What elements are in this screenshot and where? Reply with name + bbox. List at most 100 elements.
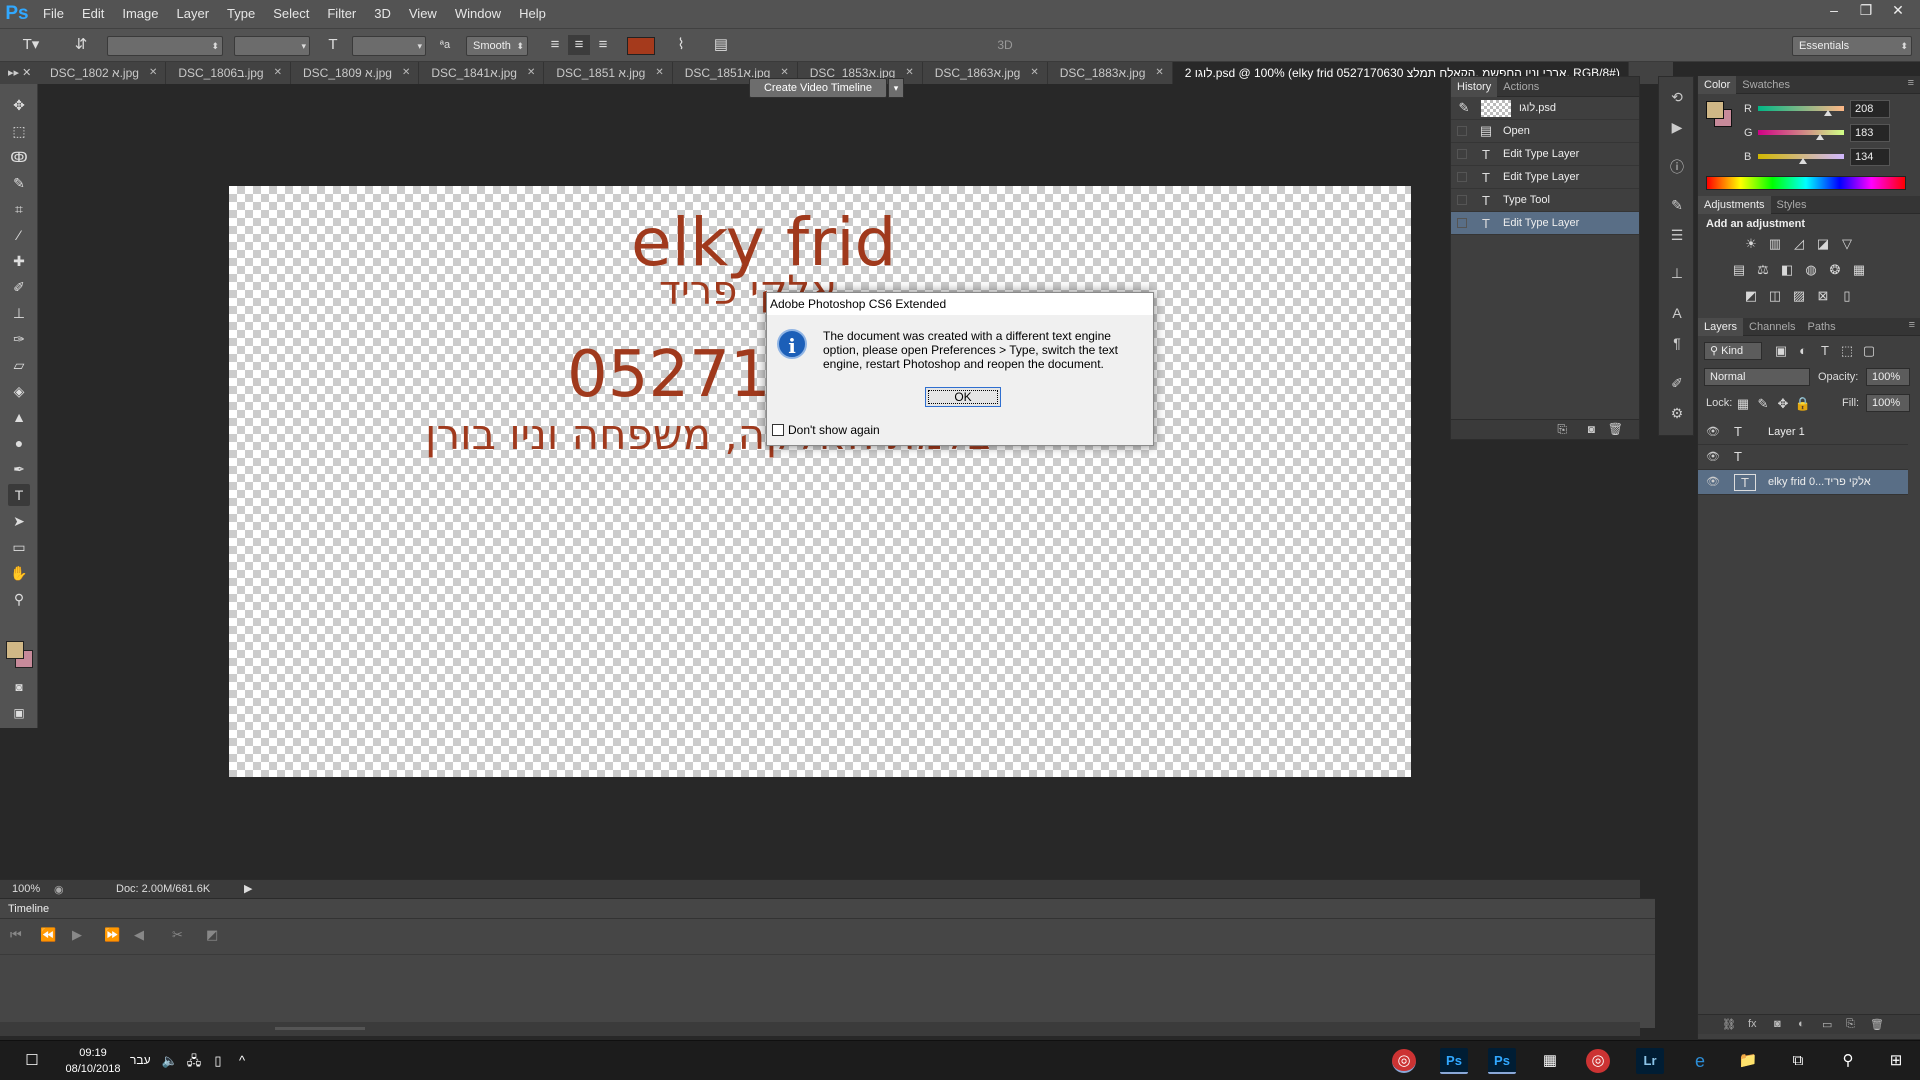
antialias-select[interactable]: Smooth ⬍	[466, 36, 528, 56]
lock-pixels-icon[interactable]: ▦	[1734, 396, 1752, 412]
warp-text-icon[interactable]: ⌇	[670, 35, 692, 55]
color-fg-swatch[interactable]	[1706, 101, 1724, 119]
adjust-panel-icon[interactable]: ☰	[1667, 225, 1687, 245]
menu-layer[interactable]: Layer	[168, 0, 219, 28]
first-frame-icon[interactable]: ⏮	[10, 927, 22, 943]
layer-row[interactable]: 👁 T Layer 1	[1698, 420, 1908, 445]
tab-paths[interactable]: Paths	[1802, 318, 1842, 336]
selective-color-icon[interactable]: ⊠	[1814, 288, 1832, 304]
lightroom-icon[interactable]: Lr	[1636, 1048, 1664, 1074]
tab-dsc-1806[interactable]: DSC_1806ב.jpg ✕	[166, 62, 291, 84]
status-info-icon[interactable]: ◉	[54, 883, 64, 896]
clock[interactable]: 09:19 08/10/2018	[58, 1045, 128, 1077]
brush-panel-icon[interactable]: ✎	[1667, 195, 1687, 215]
menu-view[interactable]: View	[400, 0, 446, 28]
new-group-icon[interactable]: ▭	[1822, 1018, 1832, 1031]
marquee-tool-icon[interactable]: ⬚	[8, 120, 30, 142]
file-explorer-icon[interactable]: 📁	[1734, 1048, 1762, 1074]
character-panel-icon[interactable]: A	[1667, 303, 1687, 323]
foreground-color-swatch[interactable]	[6, 641, 24, 659]
tab-close-icon[interactable]: ✕	[402, 62, 410, 84]
snapshot-camera-icon[interactable]: ◙	[1588, 422, 1595, 436]
font-size-select[interactable]: ▾	[352, 36, 426, 56]
visibility-eye-icon[interactable]: 👁	[1706, 450, 1720, 463]
gradient-map-icon[interactable]: ▯	[1838, 288, 1856, 304]
menu-select[interactable]: Select	[264, 0, 318, 28]
pen-tool-icon[interactable]: ✒	[8, 458, 30, 480]
screen-mode-icon[interactable]: ▣	[8, 702, 30, 724]
healing-tool-icon[interactable]: ✚	[8, 250, 30, 272]
align-center-icon[interactable]: ≡	[568, 35, 590, 55]
color-spectrum-ramp[interactable]	[1706, 176, 1906, 190]
paragraph-panel-icon[interactable]: ¶	[1667, 333, 1687, 353]
menu-edit[interactable]: Edit	[73, 0, 113, 28]
color-lookup-icon[interactable]: ▦	[1850, 262, 1868, 278]
history-brush-tool-icon[interactable]: ✑	[8, 328, 30, 350]
tab-close-icon[interactable]: ✕	[1155, 62, 1163, 84]
zoom-level[interactable]: 100%	[12, 883, 40, 895]
timeline-zoom-slider[interactable]	[275, 1027, 365, 1030]
green-slider-knob[interactable]	[1815, 134, 1824, 140]
lasso-tool-icon[interactable]: ↂ	[8, 146, 30, 168]
eyedropper-tool-icon[interactable]: ⁄	[8, 224, 30, 246]
color-balance-icon[interactable]: ⚖	[1754, 262, 1772, 278]
timeline-mode-dropdown-icon[interactable]: ▾	[888, 78, 904, 98]
clone-source-icon[interactable]: ⊥	[1667, 263, 1687, 283]
transition-icon[interactable]: ◩	[206, 927, 218, 943]
layer-row[interactable]: 👁 T	[1698, 445, 1908, 470]
font-style-select[interactable]: ▾	[234, 36, 310, 56]
tab-actions[interactable]: Actions	[1497, 77, 1545, 97]
layer-style-icon[interactable]: fx	[1748, 1018, 1757, 1030]
tab-dsc-1809[interactable]: DSC_1809 א.jpg ✕	[291, 62, 420, 84]
tab-swatches[interactable]: Swatches	[1736, 76, 1796, 94]
new-adjustment-icon[interactable]: ◐	[1798, 1018, 1805, 1030]
levels-icon[interactable]: ▥	[1766, 236, 1784, 252]
play-icon[interactable]: ▶	[72, 927, 82, 943]
blue-value-input[interactable]: 134	[1850, 148, 1890, 166]
photoshop-taskbar-icon-2[interactable]: Ps	[1488, 1048, 1516, 1074]
tab-color[interactable]: Color	[1698, 75, 1737, 94]
fill-input[interactable]: 100%	[1866, 394, 1910, 412]
panel-menu-icon[interactable]: ≡	[1908, 77, 1914, 89]
delete-layer-icon[interactable]: 🗑	[1870, 1018, 1884, 1031]
visibility-eye-icon[interactable]: 👁	[1706, 475, 1720, 488]
tab-channels[interactable]: Channels	[1743, 318, 1801, 336]
film-app-icon[interactable]: ▦	[1536, 1048, 1564, 1074]
dont-show-again-checkbox[interactable]	[772, 424, 784, 436]
menu-type[interactable]: Type	[218, 0, 264, 28]
panel-collapse-icon[interactable]: ▸▸ ✕	[0, 62, 38, 84]
invert-icon[interactable]: ◩	[1742, 288, 1760, 304]
tab-close-icon[interactable]: ✕	[149, 62, 157, 84]
photo-filter-icon[interactable]: ◍	[1802, 262, 1820, 278]
tab-close-icon[interactable]: ✕	[527, 62, 535, 84]
layers-menu-icon[interactable]: ≡	[1909, 319, 1915, 331]
task-view-icon[interactable]: ⧉	[1784, 1048, 1812, 1074]
chrome-icon[interactable]: ◎	[1392, 1049, 1416, 1073]
action-center-icon[interactable]: ☐	[18, 1048, 46, 1074]
rectangle-tool-icon[interactable]: ▭	[8, 536, 30, 558]
next-frame-icon[interactable]: ⏩	[104, 927, 120, 943]
green-slider[interactable]	[1758, 130, 1844, 135]
restore-button[interactable]: ❐	[1852, 0, 1880, 20]
history-item[interactable]: T Type Tool	[1451, 189, 1639, 212]
character-panel-icon[interactable]: ▤	[710, 35, 732, 55]
blend-mode-select[interactable]: Normal	[1704, 368, 1810, 386]
opacity-input[interactable]: 100%	[1866, 368, 1910, 386]
blue-slider-knob[interactable]	[1799, 158, 1808, 164]
tab-close-icon[interactable]: ✕	[1030, 62, 1038, 84]
hand-tool-icon[interactable]: ✋	[8, 562, 30, 584]
history-item-current[interactable]: T Edit Type Layer	[1451, 212, 1639, 235]
menu-3d[interactable]: 3D	[365, 0, 400, 28]
tool-presets-icon[interactable]: ⚙	[1667, 403, 1687, 423]
curves-icon[interactable]: ◿	[1790, 236, 1808, 252]
trash-icon[interactable]: 🗑	[1608, 422, 1623, 436]
channel-mixer-icon[interactable]: ❂	[1826, 262, 1844, 278]
edge-icon[interactable]: e	[1686, 1048, 1714, 1074]
show-hidden-icons-icon[interactable]: ^	[228, 1048, 256, 1074]
close-button[interactable]: ✕	[1884, 0, 1912, 20]
align-right-icon[interactable]: ≡	[592, 35, 614, 55]
tab-close-icon[interactable]: ✕	[655, 62, 663, 84]
ok-button[interactable]: OK	[925, 387, 1001, 407]
photoshop-taskbar-icon[interactable]: Ps	[1440, 1048, 1468, 1074]
minimize-button[interactable]: –	[1820, 0, 1848, 20]
